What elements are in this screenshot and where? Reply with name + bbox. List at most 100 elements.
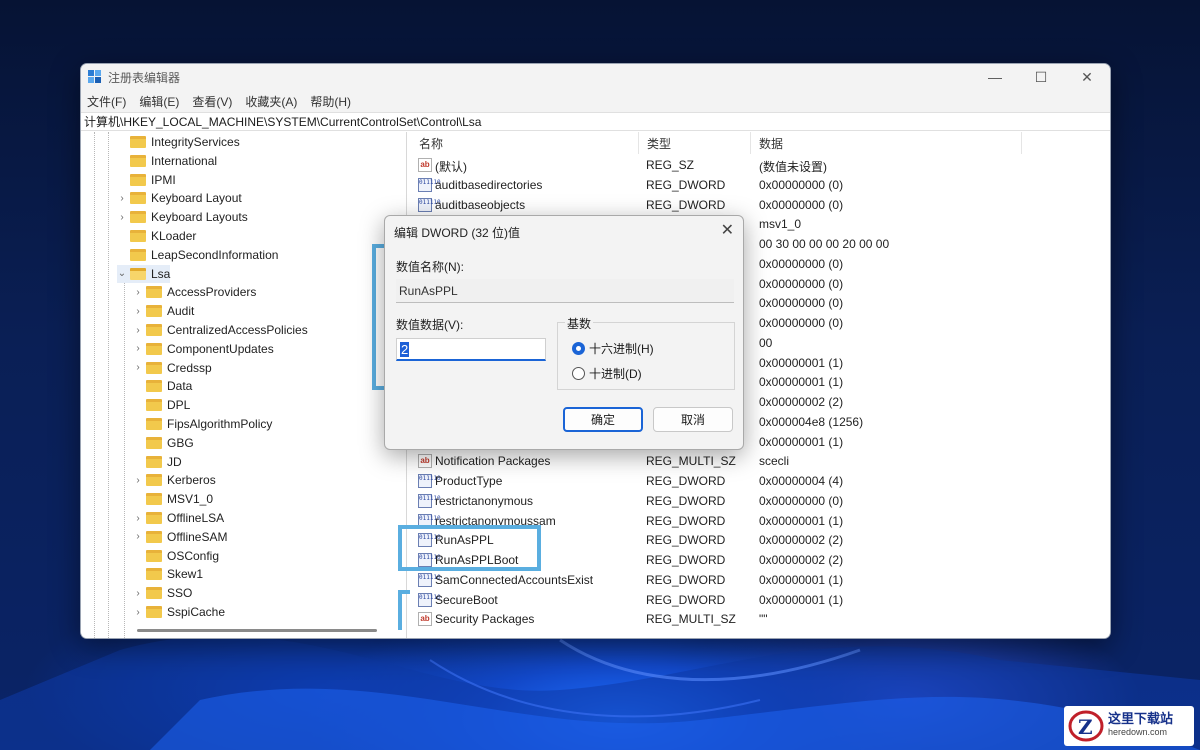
value-data-input[interactable]: 2 <box>396 338 546 361</box>
menu-favorites[interactable]: 收藏夹(A) <box>245 93 297 110</box>
menu-view[interactable]: 查看(V) <box>192 93 232 110</box>
tree-item[interactable]: › Audit <box>133 302 194 320</box>
chevron-down-icon[interactable]: ⌄ <box>117 268 127 279</box>
value-row[interactable]: 011110 auditbasedirectories REG_DWORD 0x000… <box>417 175 1107 195</box>
value-row[interactable]: 011110 restrictanonymous REG_DWORD 0x000000… <box>417 491 1107 511</box>
dialog-close-icon[interactable]: ✕ <box>721 220 734 240</box>
tree-item-label[interactable]: GBG <box>167 436 194 450</box>
chevron-right-icon[interactable]: › <box>117 193 127 204</box>
tree-item-label[interactable]: ComponentUpdates <box>167 342 274 356</box>
column-header-data[interactable]: 数据 <box>751 132 1022 154</box>
menu-edit[interactable]: 编辑(E) <box>139 93 179 110</box>
tree-item[interactable]: Data <box>133 377 192 395</box>
tree-item[interactable]: › ComponentUpdates <box>133 340 274 358</box>
tree-item[interactable]: LeapSecondInformation <box>117 246 278 264</box>
minimize-button[interactable]: — <box>972 64 1018 90</box>
value-row[interactable]: 011110 auditbaseobjects REG_DWORD 0x0000000… <box>417 195 1107 215</box>
tree-item[interactable]: › Kerberos <box>133 471 216 489</box>
tree-item[interactable]: › Keyboard Layout <box>117 189 242 207</box>
title-bar[interactable]: 注册表编辑器 — ☐ ✕ <box>81 64 1110 90</box>
tree-item[interactable]: IntegrityServices <box>117 133 240 151</box>
key-tree[interactable]: IntegrityServices International IPMI › Keybo… <box>81 132 407 638</box>
tree-item-label[interactable]: OfflineSAM <box>167 530 227 544</box>
tree-item-label[interactable]: CentralizedAccessPolicies <box>167 323 308 337</box>
tree-item-label[interactable]: LeapSecondInformation <box>151 248 278 262</box>
menu-help[interactable]: 帮助(H) <box>310 93 351 110</box>
tree-item[interactable]: › SSO <box>133 584 192 602</box>
radio-dec-label[interactable]: 十进制(D) <box>589 365 642 382</box>
tree-item-label[interactable]: AccessProviders <box>167 285 256 299</box>
tree-item-label[interactable]: International <box>151 154 217 168</box>
chevron-right-icon[interactable]: › <box>133 362 143 373</box>
tree-item-label[interactable]: OfflineLSA <box>167 511 224 525</box>
ok-button[interactable]: 确定 <box>563 407 643 432</box>
value-row[interactable]: 011110 restrictanonymoussam REG_DWORD 0x000… <box>417 511 1107 531</box>
tree-item-label[interactable]: MSV1_0 <box>167 492 213 506</box>
tree-item[interactable]: › CentralizedAccessPolicies <box>133 321 308 339</box>
chevron-right-icon[interactable]: › <box>133 325 143 336</box>
tree-item-label[interactable]: IPMI <box>151 173 176 187</box>
tree-item-label[interactable]: Audit <box>167 304 194 318</box>
tree-item-label[interactable]: SspiCache <box>167 605 225 619</box>
tree-item-label[interactable]: DPL <box>167 398 190 412</box>
radio-dec[interactable]: 十进制(D) <box>572 365 642 382</box>
value-row[interactable]: ab Notification Packages REG_MULTI_SZ scecl… <box>417 451 1107 471</box>
tree-item-label[interactable]: Kerberos <box>167 473 216 487</box>
chevron-right-icon[interactable]: › <box>133 513 143 524</box>
tree-item[interactable]: ⌄ Lsa <box>117 264 171 283</box>
value-row[interactable]: 011110 RunAsPPL REG_DWORD 0x00000002 (2) <box>417 530 1107 550</box>
tree-item-label[interactable]: Keyboard Layout <box>151 191 242 205</box>
tree-item[interactable]: › AccessProviders <box>133 283 256 301</box>
tree-item-label[interactable]: Keyboard Layouts <box>151 210 248 224</box>
tree-scrollbar[interactable] <box>137 629 377 632</box>
tree-item[interactable]: International <box>117 152 217 170</box>
tree-item-label[interactable]: OSConfig <box>167 549 219 563</box>
tree-item-label[interactable]: FipsAlgorithmPolicy <box>167 417 272 431</box>
menu-file[interactable]: 文件(F) <box>87 93 126 110</box>
tree-item[interactable]: › OfflineLSA <box>133 509 224 527</box>
value-data-text[interactable]: 2 <box>400 342 410 357</box>
tree-item[interactable]: › Credssp <box>133 359 212 377</box>
tree-item-label[interactable]: Data <box>167 379 192 393</box>
tree-item-label[interactable]: Skew1 <box>167 567 203 581</box>
tree-item[interactable]: IPMI <box>117 171 176 189</box>
close-button[interactable]: ✕ <box>1064 64 1110 90</box>
column-header-type[interactable]: 类型 <box>639 132 751 154</box>
tree-item[interactable]: › Keyboard Layouts <box>117 208 248 226</box>
value-row[interactable]: 011110 SamConnectedAccountsExist REG_DWORD… <box>417 570 1107 590</box>
address-path[interactable]: 计算机\HKEY_LOCAL_MACHINE\SYSTEM\CurrentCon… <box>84 113 481 130</box>
tree-item-label[interactable]: KLoader <box>151 229 196 243</box>
chevron-right-icon[interactable]: › <box>117 212 127 223</box>
value-row[interactable]: 011110 SecureBoot REG_DWORD 0x00000001 (1) <box>417 590 1107 610</box>
tree-item-label[interactable]: Credssp <box>167 361 212 375</box>
value-row[interactable]: 011110 RunAsPPLBoot REG_DWORD 0x00000002 (2… <box>417 550 1107 570</box>
tree-item[interactable]: OSConfig <box>133 547 219 565</box>
maximize-button[interactable]: ☐ <box>1018 64 1064 90</box>
radio-dec-dot[interactable] <box>572 367 585 380</box>
address-bar[interactable]: 计算机\HKEY_LOCAL_MACHINE\SYSTEM\CurrentCon… <box>81 112 1110 131</box>
chevron-right-icon[interactable]: › <box>133 475 143 486</box>
radio-hex-label[interactable]: 十六进制(H) <box>589 340 654 357</box>
chevron-right-icon[interactable]: › <box>133 306 143 317</box>
value-row[interactable]: ab Security Packages REG_MULTI_SZ "" <box>417 609 1107 629</box>
chevron-right-icon[interactable]: › <box>133 607 143 618</box>
chevron-right-icon[interactable]: › <box>133 287 143 298</box>
tree-item-label[interactable]: JD <box>167 455 182 469</box>
tree-item[interactable]: › OfflineSAM <box>133 528 227 546</box>
radio-hex-dot[interactable] <box>572 342 585 355</box>
radio-hex[interactable]: 十六进制(H) <box>572 340 654 357</box>
chevron-right-icon[interactable]: › <box>133 343 143 354</box>
value-row[interactable]: ab (默认) REG_SZ (数值未设置) <box>417 155 1107 175</box>
tree-item[interactable]: KLoader <box>117 227 196 245</box>
tree-item[interactable]: DPL <box>133 396 190 414</box>
tree-item-label[interactable]: IntegrityServices <box>151 135 240 149</box>
tree-item[interactable]: GBG <box>133 434 194 452</box>
cancel-button[interactable]: 取消 <box>653 407 733 432</box>
value-row[interactable]: 011110 ProductType REG_DWORD 0x00000004 (4) <box>417 471 1107 491</box>
tree-item[interactable]: JD <box>133 453 182 471</box>
chevron-right-icon[interactable]: › <box>133 531 143 542</box>
tree-item-label[interactable]: Lsa <box>151 267 170 281</box>
tree-item[interactable]: FipsAlgorithmPolicy <box>133 415 272 433</box>
column-header-name[interactable]: 名称 <box>411 132 639 154</box>
tree-item[interactable]: › SspiCache <box>133 603 225 621</box>
